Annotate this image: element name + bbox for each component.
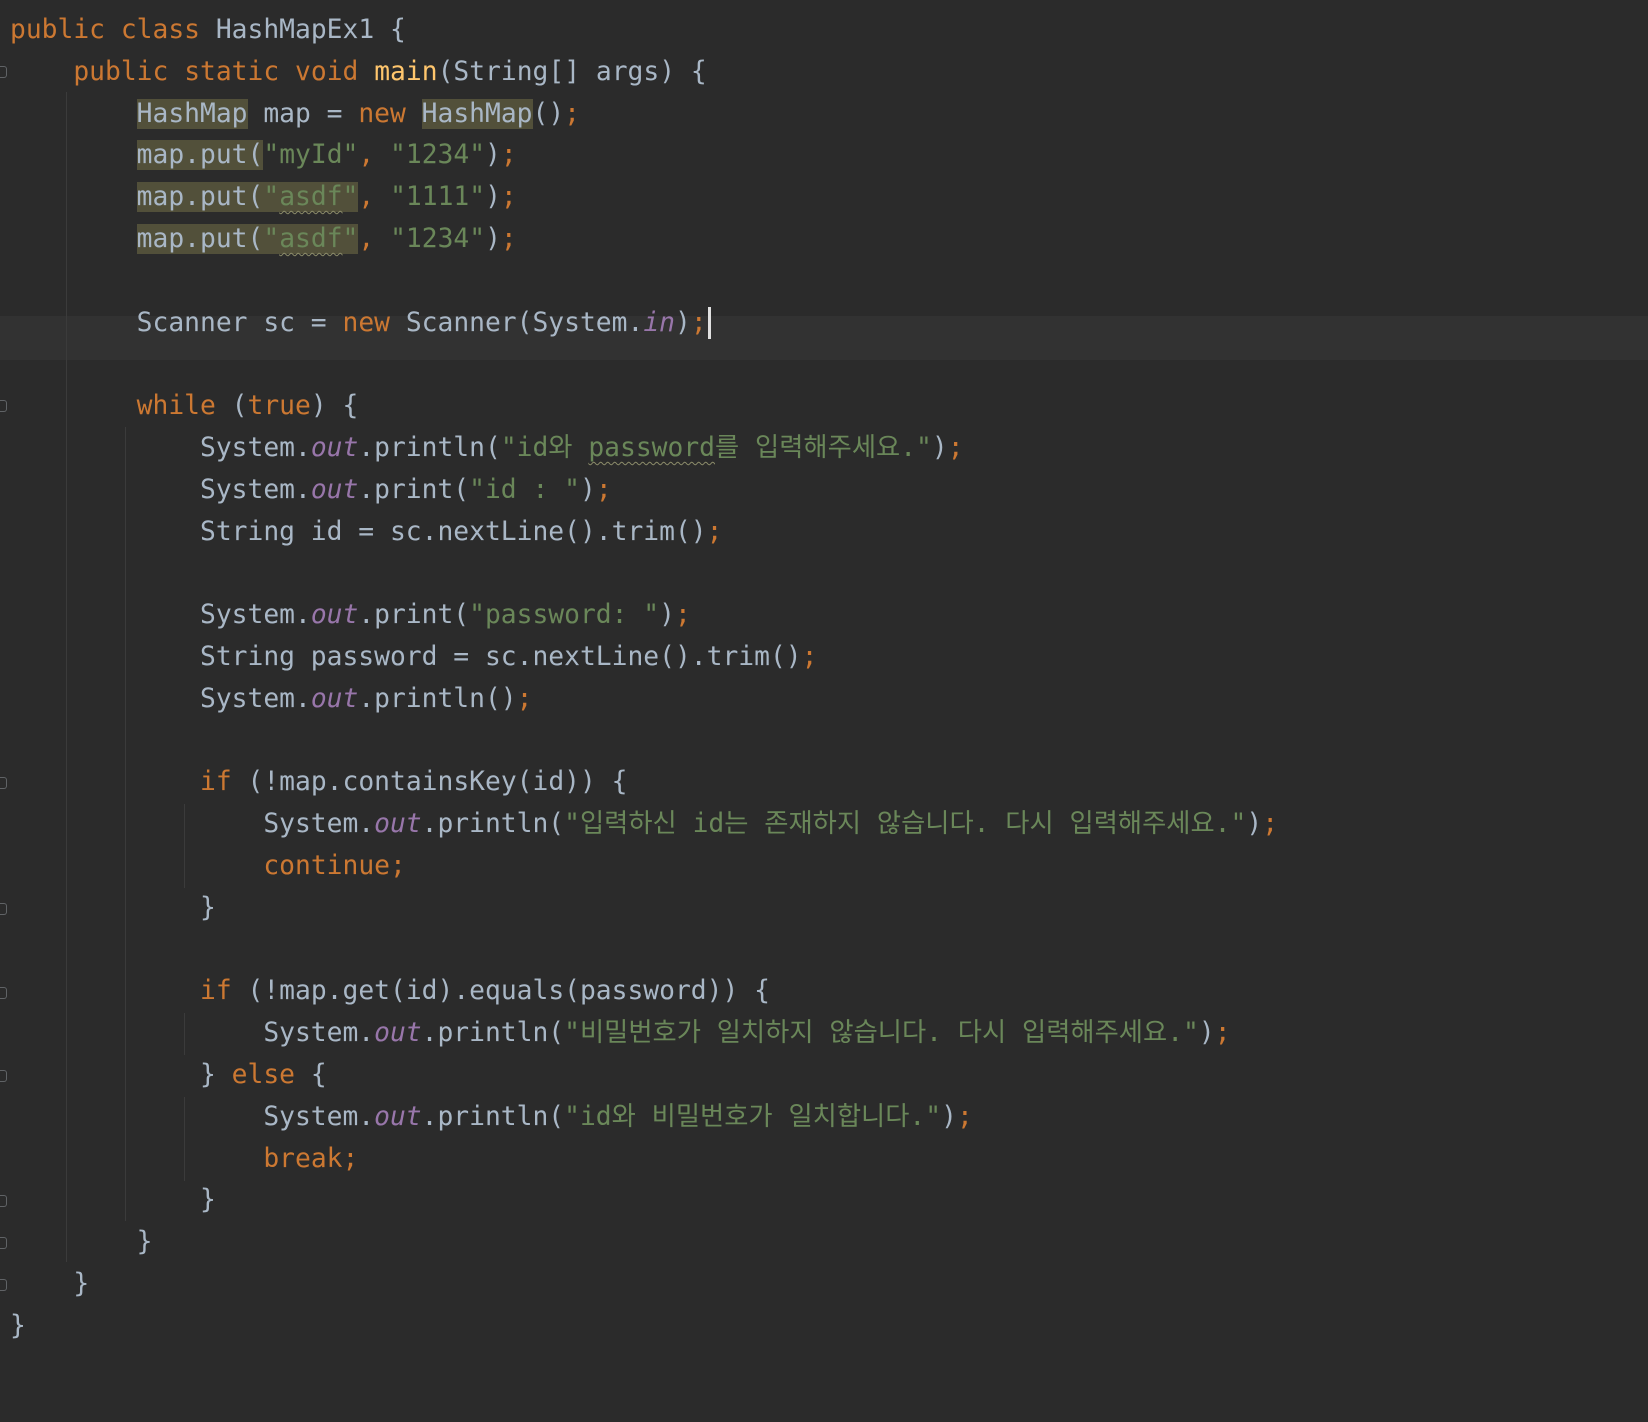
- code-line-text: String id = sc.nextLine().trim();: [10, 516, 723, 547]
- code-line-text: String password = sc.nextLine().trim();: [10, 642, 818, 672]
- code-line-text: continue;: [263, 851, 406, 881]
- text-caret: [707, 307, 711, 340]
- code-line-text: map.put("asdf", "1111");: [136, 182, 517, 213]
- code-line-text: if (!map.get(id).equals(password)) {: [200, 976, 770, 1007]
- code-line-text: } else {: [10, 1060, 327, 1090]
- code-line-text: }: [10, 1310, 26, 1341]
- code-line-text: System.out.println("입력하신 id는 존재하지 않습니다. …: [10, 809, 1279, 840]
- code-line-text: System.out.println("id와 password를 입력해주세요…: [10, 433, 964, 463]
- code-line-text: }: [10, 892, 216, 923]
- code-line-text: System.out.println("id와 비밀번호가 일치합니다.");: [10, 1101, 973, 1132]
- code-line-text: map.put("myId", "1234");: [136, 140, 517, 171]
- code-line-text: if (!map.containsKey(id)) {: [200, 767, 628, 798]
- code-line-text: System.out.print("password: ");: [10, 600, 691, 631]
- fold-icon[interactable]: [0, 987, 7, 999]
- fold-icon[interactable]: [0, 400, 7, 412]
- code-line-text: }: [10, 1185, 216, 1216]
- fold-icon[interactable]: [0, 1070, 7, 1082]
- code-line-text: break;: [263, 1143, 359, 1174]
- code-line-text: while (true) {: [136, 391, 359, 422]
- code-line-text: System.out.println();: [10, 683, 533, 714]
- code-line-text: public class HashMapEx1 {: [10, 15, 406, 45]
- fold-icon[interactable]: [0, 903, 7, 915]
- code-line-text: System.out.println("비밀번호가 일치하지 않습니다. 다시 …: [10, 1018, 1231, 1049]
- code-line-text: }: [10, 1269, 90, 1299]
- code-editor[interactable]: public class HashMapEx1 { public static …: [0, 0, 1648, 1422]
- fold-icon[interactable]: [0, 1237, 7, 1249]
- code-line-text: }: [10, 1227, 153, 1258]
- code-line-text: HashMap map = new HashMap();: [136, 98, 581, 129]
- fold-icon[interactable]: [0, 1279, 7, 1291]
- fold-icon[interactable]: [0, 1195, 7, 1207]
- fold-icon[interactable]: [0, 777, 7, 789]
- fold-icon[interactable]: [0, 66, 7, 78]
- code-line-text: public static void main(String[] args) {: [73, 56, 707, 87]
- code-line-text: Scanner sc = new Scanner(System.in);: [10, 301, 711, 345]
- code-line-text: System.out.print("id : ");: [10, 474, 612, 505]
- code-line-text: map.put("asdf", "1234");: [136, 224, 517, 254]
